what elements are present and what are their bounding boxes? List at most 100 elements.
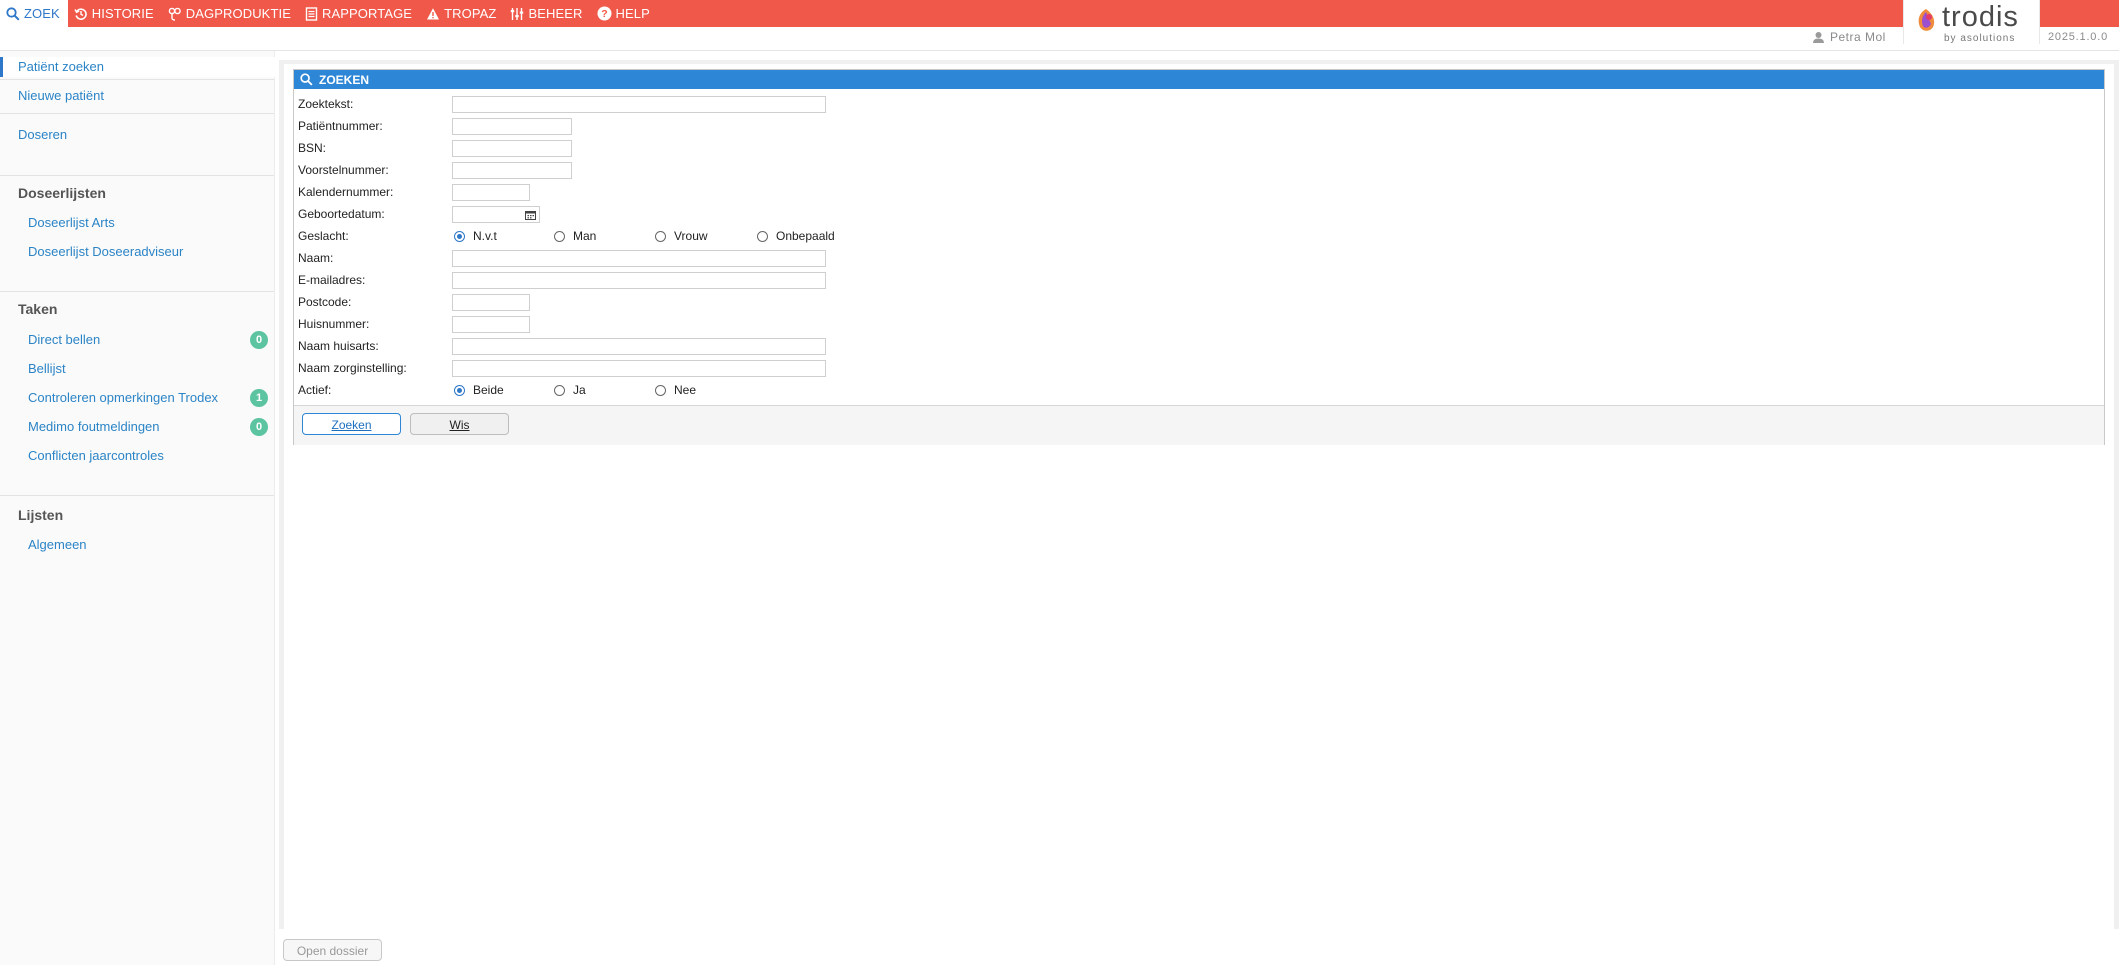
radio-button[interactable] — [554, 230, 565, 242]
count-badge: 0 — [250, 331, 268, 349]
label-postcode: Postcode: — [298, 295, 352, 309]
nav-help[interactable]: ? HELP — [591, 0, 658, 27]
panel-title: ZOEKEN — [319, 72, 370, 87]
nav-dagproduktie-label: DAGPRODUKTIE — [185, 6, 291, 21]
sidebar-item-label: Doseren — [18, 127, 68, 142]
nav-dagproduktie[interactable]: DAGPRODUKTIE — [162, 0, 299, 27]
nav-rapportage-label: RAPPORTAGE — [321, 6, 413, 21]
history-icon — [74, 7, 88, 21]
nav-tropaz[interactable]: TROPAZ — [420, 0, 504, 27]
sidebar-divider — [0, 495, 274, 496]
radio-button[interactable] — [757, 230, 768, 242]
production-icon — [168, 7, 182, 21]
nav-tropaz-label: TROPAZ — [444, 6, 497, 21]
radio-label: Beide — [473, 383, 504, 397]
sidebar-item-medimo-foutmeldingen[interactable]: Medimo foutmeldingen 0 — [0, 417, 274, 437]
radio-button[interactable] — [655, 384, 666, 396]
sidebar-item-conflicten-jaarcontroles[interactable]: Conflicten jaarcontroles — [0, 446, 274, 466]
sidebar-item-label: Nieuwe patiënt — [18, 88, 104, 103]
svg-text:?: ? — [601, 8, 608, 20]
sidebar-item-doseerlijst-arts[interactable]: Doseerlijst Arts — [0, 213, 274, 233]
sidebar-item-label: Conflicten jaarcontroles — [28, 448, 164, 463]
label-kalendernummer: Kalendernummer: — [298, 185, 394, 199]
count-badge: 0 — [250, 418, 268, 436]
naam-input[interactable] — [452, 250, 826, 267]
nav-help-label: HELP — [615, 6, 650, 21]
radio-actief-beide[interactable]: Beide — [454, 383, 504, 397]
sidebar-item-label: Algemeen — [28, 537, 87, 552]
label-patientnummer: Patiëntnummer: — [298, 119, 383, 133]
sidebar-item-patient-zoeken[interactable]: Patiënt zoeken — [0, 57, 277, 77]
sidebar-item-nieuwe-patient[interactable]: Nieuwe patiënt — [0, 86, 274, 106]
kalendernummer-input[interactable] — [452, 184, 530, 201]
radio-gender-vrouw[interactable]: Vrouw — [655, 229, 708, 243]
sidebar-item-label: Patiënt zoeken — [18, 59, 105, 74]
panel-header: ZOEKEN — [294, 70, 2104, 89]
sidebar-item-label: Doseerlijst Arts — [28, 215, 115, 230]
sidebar-item-direct-bellen[interactable]: Direct bellen 0 — [0, 330, 274, 350]
label-huisnummer: Huisnummer: — [298, 317, 370, 331]
sidebar-item-label: Direct bellen — [28, 332, 101, 347]
postcode-input[interactable] — [452, 294, 530, 311]
radio-label: N.v.t — [473, 229, 497, 243]
radio-actief-nee[interactable]: Nee — [655, 383, 696, 397]
section-title-taken: Taken — [18, 301, 58, 317]
radio-button-selected[interactable] — [454, 230, 465, 242]
main-nav: ZOEK HISTORIE DAGPRODUKTIE RAPPORTAGE TR… — [0, 0, 658, 28]
panel-footer: Zoeken Wis — [294, 405, 2104, 445]
sidebar-item-label: Doseerlijst Doseeradviseur — [28, 244, 184, 259]
nav-historie-label: HISTORIE — [91, 6, 154, 21]
current-user[interactable]: Petra Mol — [1812, 29, 1886, 45]
radio-label: Nee — [674, 383, 697, 397]
voorstelnummer-input[interactable] — [452, 162, 572, 179]
naam-zorginstelling-input[interactable] — [452, 360, 826, 377]
emailadres-input[interactable] — [452, 272, 826, 289]
sidebar-item-bellijst[interactable]: Bellijst — [0, 359, 274, 379]
geboortedatum-input[interactable] — [452, 206, 540, 223]
nav-beheer[interactable]: BEHEER — [504, 0, 590, 27]
radio-label: Onbepaald — [776, 229, 835, 243]
radio-button[interactable] — [554, 384, 565, 396]
zoektekst-input[interactable] — [452, 96, 826, 113]
sidebar-divider — [0, 79, 274, 80]
user-name: Petra Mol — [1830, 30, 1886, 44]
radio-label: Vrouw — [674, 229, 708, 243]
zoeken-button[interactable]: Zoeken — [302, 413, 401, 435]
nav-rapportage[interactable]: RAPPORTAGE — [299, 0, 420, 27]
sidebar-item-doseren[interactable]: Doseren — [0, 125, 274, 145]
patientnummer-input[interactable] — [452, 118, 572, 135]
naam-huisarts-input[interactable] — [452, 338, 826, 355]
radio-actief-ja[interactable]: Ja — [554, 383, 586, 397]
count-badge: 1 — [250, 389, 268, 407]
label-voorstelnummer: Voorstelnummer: — [298, 163, 389, 177]
logo-byline: by asolutions — [1944, 33, 2016, 44]
radio-button[interactable] — [655, 230, 666, 242]
help-icon: ? — [597, 6, 612, 21]
label-naam-zorginstelling: Naam zorginstelling: — [298, 361, 407, 375]
trodis-logo: trodis by asolutions — [1903, 0, 2040, 44]
calendar-icon[interactable] — [525, 210, 536, 220]
label-naam: Naam: — [298, 251, 334, 265]
sidebar-item-controleren-opmerkingen[interactable]: Controleren opmerkingen Trodex 1 — [0, 388, 274, 408]
report-icon — [305, 6, 318, 21]
nav-zoek[interactable]: ZOEK — [0, 0, 68, 28]
radio-gender-man[interactable]: Man — [554, 229, 596, 243]
sidebar-item-doseerlijst-doseeradviseur[interactable]: Doseerlijst Doseeradviseur — [0, 242, 274, 262]
label-geslacht: Geslacht: — [298, 229, 349, 243]
radio-button-selected[interactable] — [454, 384, 465, 396]
huisnummer-input[interactable] — [452, 316, 530, 333]
sidebar-divider — [0, 175, 274, 176]
label-naam-huisarts: Naam huisarts: — [298, 339, 379, 353]
sidebar-item-algemeen[interactable]: Algemeen — [0, 535, 274, 555]
nav-zoek-label: ZOEK — [24, 6, 60, 21]
bsn-input[interactable] — [452, 140, 572, 157]
sidebar-item-label: Controleren opmerkingen Trodex — [28, 390, 219, 405]
radio-gender-nvt[interactable]: N.v.t — [454, 229, 497, 243]
alert-icon — [426, 7, 440, 21]
version-label: 2025.1.0.0 — [2048, 31, 2108, 43]
search-panel: ZOEKEN Zoektekst: Patiëntnummer: BSN: Vo… — [293, 69, 2105, 445]
wis-button[interactable]: Wis — [410, 413, 509, 435]
nav-historie[interactable]: HISTORIE — [68, 0, 162, 27]
open-dossier-button[interactable]: Open dossier — [283, 939, 382, 961]
radio-gender-onbepaald[interactable]: Onbepaald — [757, 229, 835, 243]
